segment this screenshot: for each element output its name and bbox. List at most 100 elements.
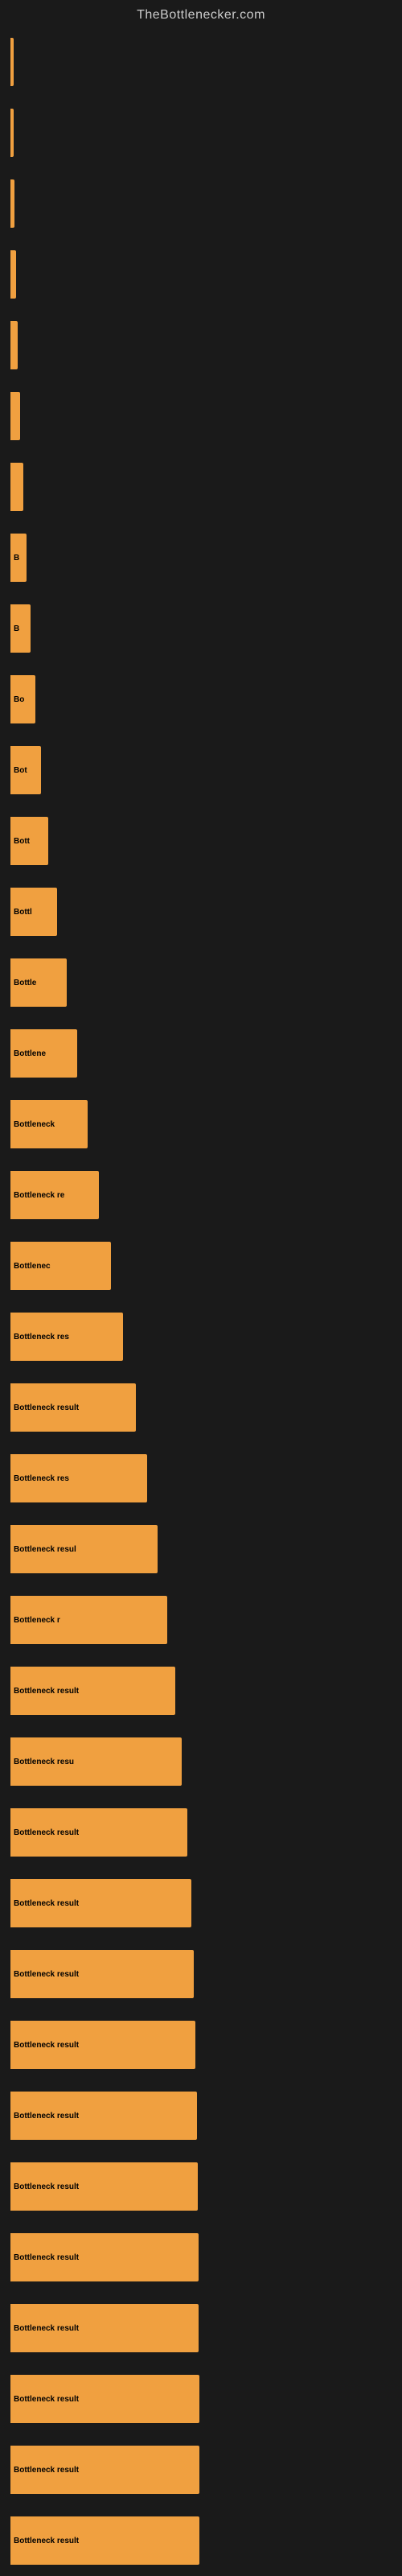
bar-fill-26: Bottleneck result bbox=[10, 1808, 187, 1857]
bar-fill-8: B bbox=[10, 534, 27, 582]
bar-fill-35: Bottleneck result bbox=[10, 2446, 199, 2494]
bar-row-21: Bottleneck res bbox=[4, 1443, 394, 1514]
bar-fill-12: Bott bbox=[10, 817, 48, 865]
bar-label-26: Bottleneck result bbox=[14, 1828, 79, 1837]
bar-label-25: Bottleneck resu bbox=[14, 1758, 74, 1766]
bar-label-32: Bottleneck result bbox=[14, 2253, 79, 2262]
bar-row-1 bbox=[4, 27, 394, 97]
bar-row-14: Bottle bbox=[4, 947, 394, 1018]
bar-row-19: Bottleneck res bbox=[4, 1301, 394, 1372]
bar-fill-10: Bo bbox=[10, 675, 35, 723]
bar-label-27: Bottleneck result bbox=[14, 1899, 79, 1908]
bar-fill-29: Bottleneck result bbox=[10, 2021, 195, 2069]
chart-container: B B Bo Bot Bott Bottl Bottle Bottlene Bottleneck… bbox=[0, 27, 402, 2576]
bar-row-28: Bottleneck result bbox=[4, 1939, 394, 2009]
bar-row-7 bbox=[4, 451, 394, 522]
bar-fill-33: Bottleneck result bbox=[10, 2304, 199, 2352]
bar-row-10: Bo bbox=[4, 664, 394, 735]
bar-label-35: Bottleneck result bbox=[14, 2466, 79, 2475]
bar-row-33: Bottleneck result bbox=[4, 2293, 394, 2364]
bar-row-9: B bbox=[4, 593, 394, 664]
bar-fill-21: Bottleneck res bbox=[10, 1454, 147, 1502]
bar-fill-30: Bottleneck result bbox=[10, 2092, 197, 2140]
bar-fill-19: Bottleneck res bbox=[10, 1313, 123, 1361]
bar-label-20: Bottleneck result bbox=[14, 1403, 79, 1412]
bar-label-19: Bottleneck res bbox=[14, 1333, 69, 1342]
bar-row-25: Bottleneck resu bbox=[4, 1726, 394, 1797]
bar-fill-23: Bottleneck r bbox=[10, 1596, 167, 1644]
bar-fill-17: Bottleneck re bbox=[10, 1171, 99, 1219]
bar-label-29: Bottleneck result bbox=[14, 2041, 79, 2050]
bar-fill-11: Bot bbox=[10, 746, 41, 794]
bar-row-32: Bottleneck result bbox=[4, 2222, 394, 2293]
bar-label-24: Bottleneck result bbox=[14, 1687, 79, 1696]
bar-label-17: Bottleneck re bbox=[14, 1191, 64, 1200]
bar-row-23: Bottleneck r bbox=[4, 1585, 394, 1655]
bar-label-13: Bottl bbox=[14, 908, 32, 917]
bar-row-34: Bottleneck result bbox=[4, 2364, 394, 2434]
bar-fill-36: Bottleneck result bbox=[10, 2516, 199, 2565]
bar-fill-6 bbox=[10, 392, 20, 440]
bar-label-18: Bottlenec bbox=[14, 1262, 51, 1271]
bar-row-24: Bottleneck result bbox=[4, 1655, 394, 1726]
bar-row-36: Bottleneck result bbox=[4, 2505, 394, 2576]
bar-label-10: Bo bbox=[14, 695, 24, 704]
bar-row-8: B bbox=[4, 522, 394, 593]
bar-row-22: Bottleneck resul bbox=[4, 1514, 394, 1585]
bar-row-27: Bottleneck result bbox=[4, 1868, 394, 1939]
bar-row-16: Bottleneck bbox=[4, 1089, 394, 1160]
bar-fill-13: Bottl bbox=[10, 888, 57, 936]
bar-label-33: Bottleneck result bbox=[14, 2324, 79, 2333]
bar-label-11: Bot bbox=[14, 766, 27, 775]
bar-label-9: B bbox=[14, 624, 19, 633]
bar-row-2 bbox=[4, 97, 394, 168]
bar-label-21: Bottleneck res bbox=[14, 1474, 69, 1483]
bar-row-13: Bottl bbox=[4, 876, 394, 947]
bar-fill-2 bbox=[10, 109, 14, 157]
bar-fill-34: Bottleneck result bbox=[10, 2375, 199, 2423]
bar-label-22: Bottleneck resul bbox=[14, 1545, 76, 1554]
bar-fill-15: Bottlene bbox=[10, 1029, 77, 1078]
bar-label-23: Bottleneck r bbox=[14, 1616, 60, 1625]
bar-row-18: Bottlenec bbox=[4, 1230, 394, 1301]
bar-fill-3 bbox=[10, 179, 14, 228]
bar-fill-16: Bottleneck bbox=[10, 1100, 88, 1148]
bar-label-8: B bbox=[14, 554, 19, 563]
bar-fill-1 bbox=[10, 38, 14, 86]
bar-row-29: Bottleneck result bbox=[4, 2009, 394, 2080]
bar-fill-7 bbox=[10, 463, 23, 511]
bar-label-12: Bott bbox=[14, 837, 30, 846]
bar-fill-32: Bottleneck result bbox=[10, 2233, 199, 2281]
bar-row-6 bbox=[4, 381, 394, 451]
bar-fill-28: Bottleneck result bbox=[10, 1950, 194, 1998]
bar-label-36: Bottleneck result bbox=[14, 2537, 79, 2545]
site-title: TheBottlenecker.com bbox=[0, 0, 402, 27]
site-title-container: TheBottlenecker.com bbox=[0, 0, 402, 27]
bar-label-15: Bottlene bbox=[14, 1049, 46, 1058]
bar-fill-22: Bottleneck resul bbox=[10, 1525, 158, 1573]
bar-fill-14: Bottle bbox=[10, 958, 67, 1007]
bar-row-5 bbox=[4, 310, 394, 381]
bar-label-16: Bottleneck bbox=[14, 1120, 55, 1129]
bar-fill-24: Bottleneck result bbox=[10, 1667, 175, 1715]
bar-label-31: Bottleneck result bbox=[14, 2182, 79, 2191]
bar-fill-18: Bottlenec bbox=[10, 1242, 111, 1290]
bar-label-14: Bottle bbox=[14, 979, 36, 987]
bar-row-3 bbox=[4, 168, 394, 239]
bar-fill-20: Bottleneck result bbox=[10, 1383, 136, 1432]
bar-fill-27: Bottleneck result bbox=[10, 1879, 191, 1927]
bar-fill-9: B bbox=[10, 604, 31, 653]
bar-label-34: Bottleneck result bbox=[14, 2395, 79, 2404]
bar-row-35: Bottleneck result bbox=[4, 2434, 394, 2505]
bar-row-15: Bottlene bbox=[4, 1018, 394, 1089]
bar-fill-25: Bottleneck resu bbox=[10, 1737, 182, 1786]
bar-fill-5 bbox=[10, 321, 18, 369]
bar-row-11: Bot bbox=[4, 735, 394, 806]
bar-row-12: Bott bbox=[4, 806, 394, 876]
bar-row-20: Bottleneck result bbox=[4, 1372, 394, 1443]
bar-row-4 bbox=[4, 239, 394, 310]
bar-row-31: Bottleneck result bbox=[4, 2151, 394, 2222]
bar-row-26: Bottleneck result bbox=[4, 1797, 394, 1868]
bar-fill-31: Bottleneck result bbox=[10, 2162, 198, 2211]
bar-fill-4 bbox=[10, 250, 16, 299]
